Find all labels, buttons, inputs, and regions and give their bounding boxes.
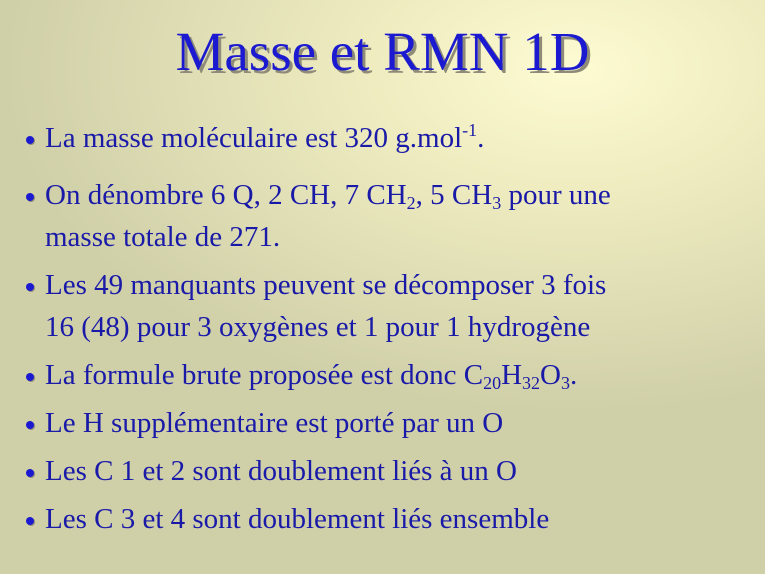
bullet-dot-icon <box>26 136 34 144</box>
text-run: On dénombre 6 Q, 2 CH, 7 CH <box>45 179 407 211</box>
text-run: O <box>540 359 561 391</box>
text-run: . <box>477 122 485 154</box>
bullet-dot-icon <box>26 193 34 201</box>
bullet-text: Les 49 manquants peuvent se décomposer 3… <box>45 265 750 306</box>
bullet-text: Le H supplémentaire est porté par un O <box>45 403 750 444</box>
text-run: pour une <box>501 179 611 211</box>
bullet-text: La formule brute proposée est donc C20H3… <box>45 355 750 396</box>
subscript: 3 <box>561 373 570 393</box>
text-run: La formule brute proposée est donc C <box>45 359 484 391</box>
text-run: La masse moléculaire est 320 g.mol <box>45 122 463 154</box>
bullet-text: La masse moléculaire est 320 g.mol-1. <box>45 118 750 159</box>
bullet-dot-icon <box>26 469 34 477</box>
text-run: . <box>570 359 578 391</box>
text-run: Les 49 manquants peuvent se décomposer 3… <box>45 269 607 301</box>
bullet-dot-icon <box>26 283 34 291</box>
subscript: 3 <box>492 193 502 213</box>
bullet-text: Les C 3 et 4 sont doublement liés ensemb… <box>45 499 750 540</box>
text-run: , 5 CH <box>415 179 493 211</box>
text-run: Les C 3 et 4 sont doublement liés ensemb… <box>45 503 550 535</box>
bullet-text: Les C 1 et 2 sont doublement liés à un O <box>45 451 750 492</box>
subscript: 2 <box>406 193 416 213</box>
bullet-list: La masse moléculaire est 320 g.mol-1. On … <box>0 0 765 574</box>
bullet-dot-icon <box>26 373 34 381</box>
subscript: 20 <box>483 373 502 393</box>
bullet-text-continuation: masse totale de 271. <box>45 221 281 253</box>
text-run: Le H supplémentaire est porté par un O <box>45 407 504 439</box>
text-run: H <box>501 359 523 391</box>
text-run: Les C 1 et 2 sont doublement liés à un O <box>45 455 517 487</box>
bullet-text-continuation: 16 (48) pour 3 oxygènes et 1 pour 1 hydr… <box>45 311 591 343</box>
bullet-dot-icon <box>26 517 34 525</box>
bullet-text: On dénombre 6 Q, 2 CH, 7 CH2, 5 CH3 pour… <box>45 175 750 216</box>
bullet-dot-icon <box>26 421 34 429</box>
superscript: -1 <box>462 120 478 140</box>
subscript: 32 <box>522 373 541 393</box>
